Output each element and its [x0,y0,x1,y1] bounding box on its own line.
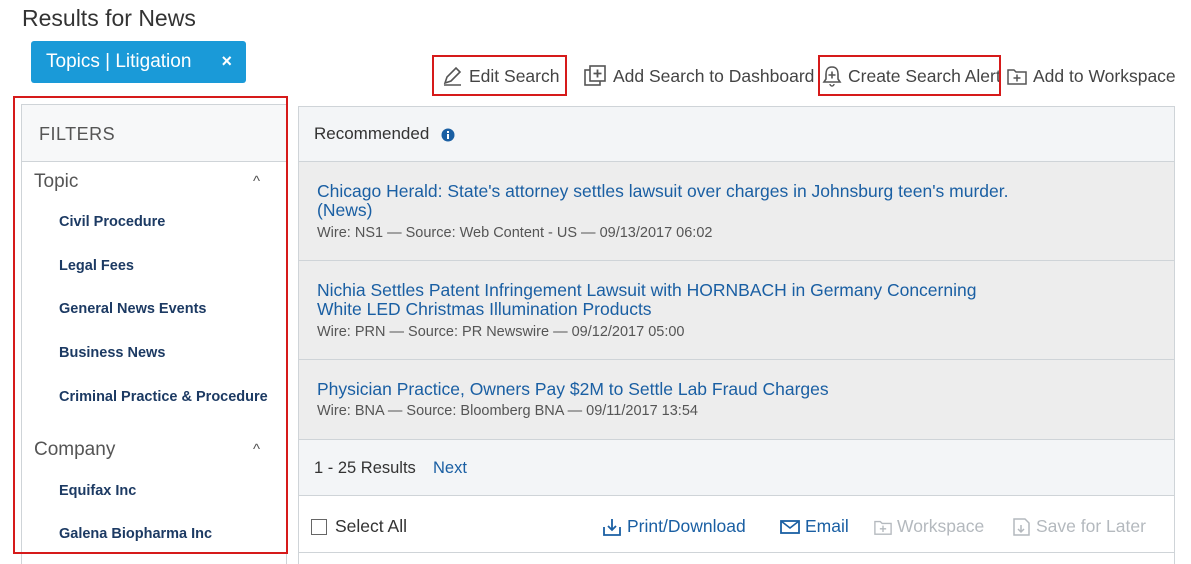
edit-search-label: Edit Search [469,65,560,86]
result-meta: Wire: BNA — Source: Bloomberg BNA — 09/1… [317,403,698,419]
collapse-caret-icon[interactable]: ^ [253,173,260,190]
filter-item[interactable]: Legal Fees [59,258,134,274]
filter-item[interactable]: Galena Biopharma Inc [59,526,212,542]
save-later-icon [1013,517,1030,536]
filter-group-topic[interactable]: Topic ^ [34,171,272,193]
results-range: 1 - 25 Results [314,459,416,477]
filter-item[interactable]: Business News [59,345,165,361]
filters-header: FILTERS [22,105,286,162]
workspace-button[interactable]: Workspace [874,516,984,537]
save-for-later-button[interactable]: Save for Later [1011,516,1146,537]
filter-group-label: Topic [34,171,79,192]
select-all-label: Select All [335,516,407,536]
edit-search-button[interactable]: Edit Search [441,62,559,90]
recommended-header: Recommended [299,107,1174,162]
page-title: Results for News [22,5,196,31]
dashboard-add-icon [584,65,606,86]
filter-item[interactable]: Equifax Inc [59,483,136,499]
envelope-icon [780,519,800,534]
actions-bar: Select All Print/Download Email Workspac… [299,496,1174,564]
create-search-alert-label: Create Search Alert [848,65,1001,86]
result-row: Nichia Settles Patent Infringement Lawsu… [299,261,1174,360]
divider [299,552,1174,553]
save-for-later-label: Save for Later [1036,516,1146,536]
close-icon[interactable]: × [221,51,232,72]
result-row: Chicago Herald: State's attorney settles… [299,162,1174,261]
result-title-link[interactable]: Chicago Herald: State's attorney settles… [317,182,1037,220]
create-search-alert-button[interactable]: Create Search Alert [822,62,1001,90]
print-download-label: Print/Download [627,516,746,536]
next-page-link[interactable]: Next [433,459,467,478]
info-icon[interactable] [441,128,455,142]
filters-panel: FILTERS Topic ^ Civil Procedure Legal Fe… [21,104,287,564]
add-to-dashboard-button[interactable]: Add Search to Dashboard [583,62,814,90]
email-button[interactable]: Email [780,516,849,537]
filter-item[interactable]: Civil Procedure [59,214,165,230]
result-title-link[interactable]: Physician Practice, Owners Pay $2M to Se… [317,380,1037,399]
workspace-label: Workspace [897,516,985,536]
collapse-caret-icon[interactable]: ^ [253,441,260,458]
folder-add-icon [1007,69,1027,85]
filter-chip[interactable]: Topics | Litigation × [31,41,246,83]
checkbox-icon[interactable] [311,518,327,535]
recommended-label: Recommended [314,124,430,143]
filter-group-company[interactable]: Company ^ [34,439,272,461]
pagination-bar: 1 - 25 Results Next [299,440,1174,496]
filter-chip-label: Topics | Litigation [46,51,192,72]
results-panel: Recommended Chicago Herald: State's atto… [298,106,1175,564]
filter-item[interactable]: Criminal Practice & Procedure [59,389,268,405]
print-download-button[interactable]: Print/Download [602,516,746,537]
filter-item[interactable]: General News Events [59,301,207,317]
result-row: Physician Practice, Owners Pay $2M to Se… [299,360,1174,440]
select-all-checkbox[interactable]: Select All [311,516,407,537]
result-meta: Wire: PRN — Source: PR Newswire — 09/12/… [317,324,685,340]
bell-add-icon [822,66,842,87]
folder-add-icon [874,520,892,535]
result-meta: Wire: NS1 — Source: Web Content - US — 0… [317,225,713,241]
pencil-icon [443,66,462,86]
email-label: Email [805,516,849,536]
download-icon [603,518,621,536]
add-to-workspace-button[interactable]: Add to Workspace [1007,62,1176,90]
add-to-workspace-label: Add to Workspace [1033,65,1176,86]
add-to-dashboard-label: Add Search to Dashboard [613,65,815,86]
result-title-link[interactable]: Nichia Settles Patent Infringement Lawsu… [317,281,1017,319]
filter-group-label: Company [34,439,116,460]
